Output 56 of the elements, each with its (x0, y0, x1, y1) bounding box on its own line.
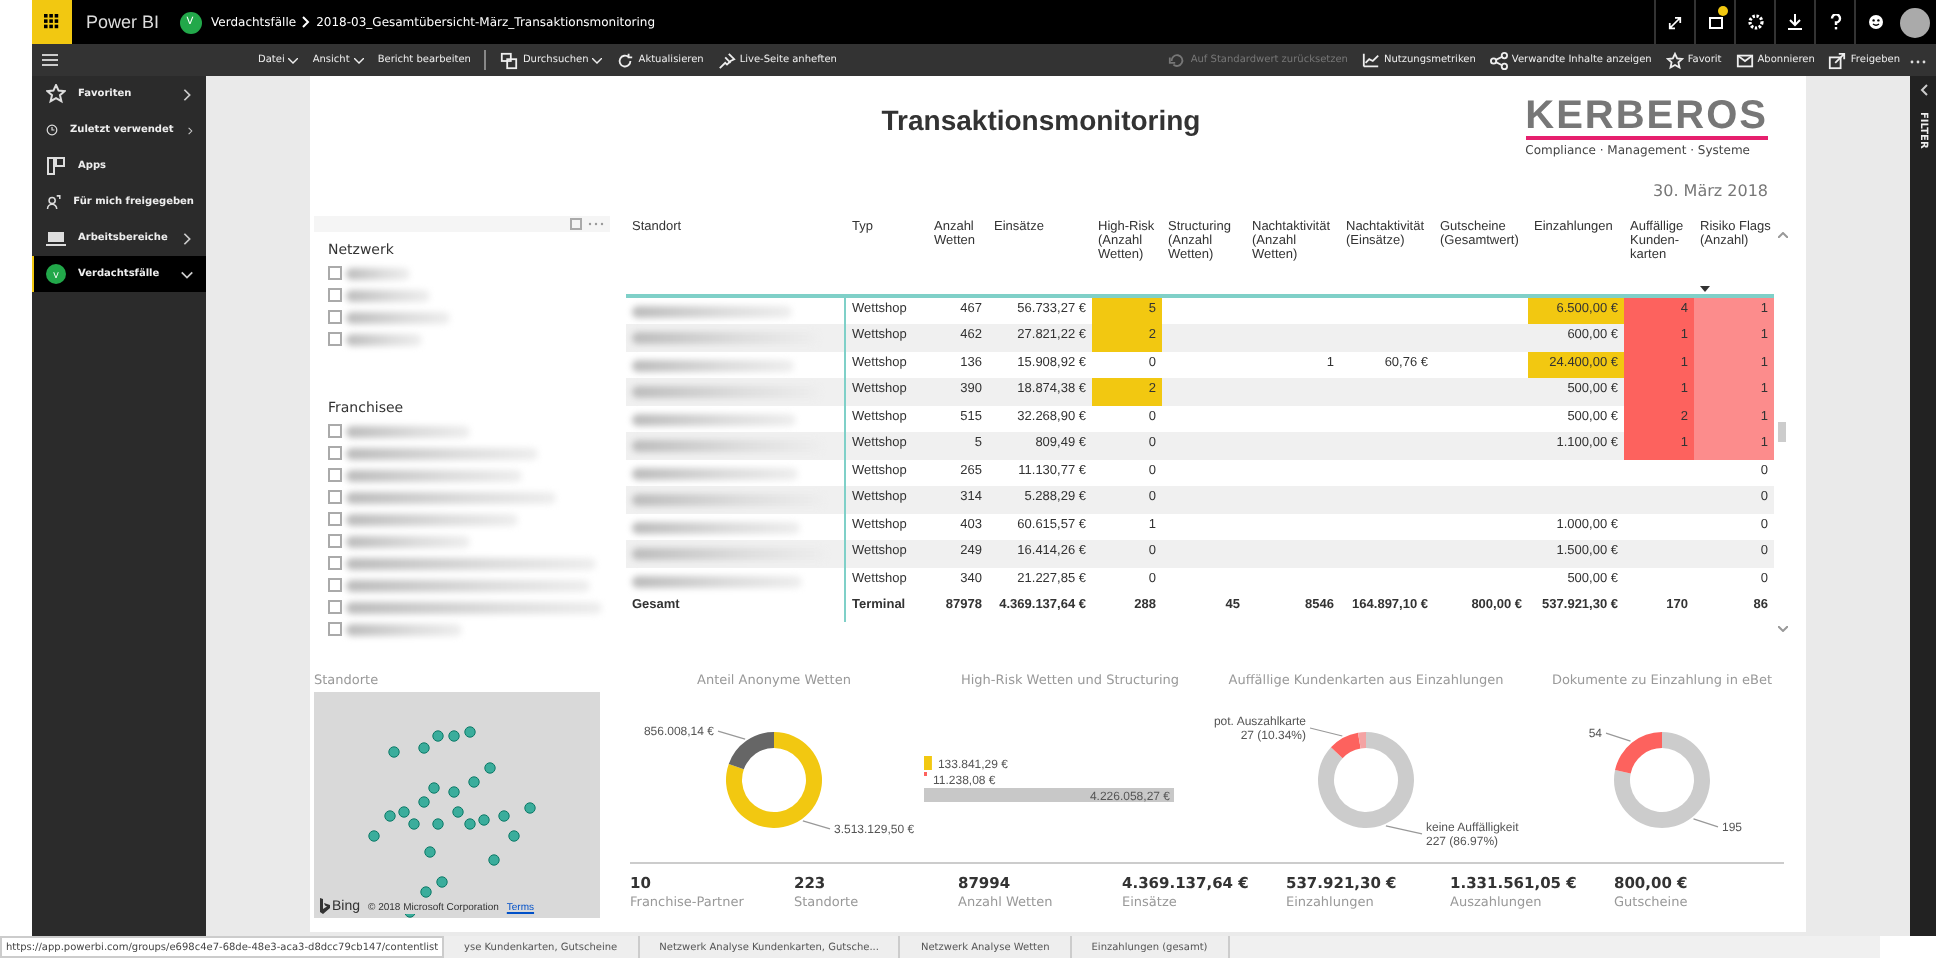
clock-icon (46, 120, 59, 140)
redacted-text (346, 425, 470, 437)
report-title: Transaktionsmonitoring (881, 104, 1201, 136)
redacted-text (346, 623, 462, 635)
share-icon (1828, 51, 1847, 69)
chevron-down-icon (353, 57, 364, 63)
checkbox[interactable] (328, 266, 342, 280)
checkbox[interactable] (328, 424, 342, 438)
star-icon (1665, 51, 1684, 69)
checkbox[interactable] (328, 288, 342, 302)
share-nodes-icon (1489, 51, 1508, 69)
table-cell (1162, 324, 1246, 351)
leader-line (1605, 732, 1632, 742)
checkbox[interactable] (328, 512, 342, 526)
report-date: 30. März 2018 (1653, 182, 1768, 200)
redacted-text (346, 289, 430, 301)
scroll-down-icon[interactable] (1777, 626, 1787, 632)
undo-icon (1168, 51, 1187, 69)
focus-mode-icon[interactable] (570, 218, 582, 230)
chevron-down-icon (592, 57, 603, 63)
checkbox[interactable] (328, 446, 342, 460)
checkbox[interactable] (328, 622, 342, 636)
table-cell (1162, 378, 1246, 405)
checkbox[interactable] (328, 534, 342, 548)
checkbox[interactable] (328, 556, 342, 570)
person-share-icon (46, 192, 62, 212)
avatar[interactable] (1900, 7, 1930, 37)
leader-line (717, 730, 746, 740)
checkbox[interactable] (328, 310, 342, 324)
line-chart-icon (1361, 51, 1380, 69)
product-name[interactable]: Power BI (72, 12, 180, 32)
leader-line (1692, 818, 1719, 828)
checkbox[interactable] (328, 332, 342, 346)
redacted-text (346, 333, 422, 345)
redacted-text (346, 267, 410, 279)
chevron-right-icon (302, 16, 311, 28)
chevron-left-icon[interactable] (1919, 84, 1927, 96)
apps-icon (46, 156, 66, 176)
leader-line (802, 820, 831, 830)
browse-icon (500, 51, 519, 69)
envelope-icon (1735, 51, 1754, 69)
checkbox[interactable] (328, 600, 342, 614)
star-icon (46, 84, 66, 104)
redacted-text (346, 535, 470, 547)
scroll-up-icon[interactable] (1777, 232, 1787, 238)
redacted-text (346, 311, 450, 323)
pin-icon (717, 51, 736, 69)
checkbox[interactable] (328, 578, 342, 592)
app-launcher-icon[interactable] (32, 0, 72, 44)
checkbox[interactable] (328, 468, 342, 482)
refresh-icon (616, 51, 635, 69)
leader-line (1385, 825, 1423, 835)
monitor-icon (46, 228, 66, 248)
chevron-down-icon (288, 57, 299, 63)
leader-line (1309, 727, 1343, 737)
checkbox[interactable] (328, 490, 342, 504)
